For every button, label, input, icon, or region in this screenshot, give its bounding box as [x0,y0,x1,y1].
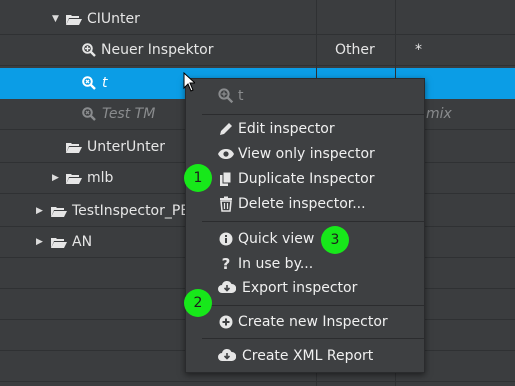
menu-item-label: View only inspector [238,146,375,162]
cloud-download-icon [218,280,237,296]
menu-separator [202,114,424,115]
copy-icon [218,171,234,187]
question-icon: ? [221,255,231,273]
menu-item-label: Create new Inspector [238,314,388,330]
inspector-icon [82,107,96,121]
chevron-right-icon[interactable]: ▶ [52,163,59,194]
menu-item-label: Duplicate Inspector [238,171,375,187]
annotation-badge-2: 2 [184,289,212,317]
chevron-right-icon[interactable]: ▶ [36,196,43,227]
folder-open-icon [66,14,82,25]
inspector-icon [218,88,234,104]
export-inspector-item[interactable]: Export inspector [186,276,424,300]
pencil-icon [218,121,234,137]
tree-row-label: t [102,75,108,91]
tree-row-label: Test TM [102,106,156,122]
plus-circle-icon [218,314,234,330]
chevron-right-icon[interactable]: ▶ [36,227,43,258]
menu-header: t [186,84,424,108]
tree-row-label: mlb [87,170,114,186]
tree-row-label: AN [72,234,93,250]
annotation-badge-1: 1 [184,164,212,192]
mouse-cursor-icon [183,71,197,96]
tree-row-label: UnterUnter [87,139,165,155]
cloud-download-icon [218,348,237,364]
inspector-icon [82,43,96,57]
delete-inspector-item[interactable]: Delete inspector... [186,192,424,216]
tree-row-label: CIUnter [87,11,140,27]
quick-view-item[interactable]: Quick view [186,227,424,251]
in-use-by-item[interactable]: ? In use by... [186,252,424,276]
annotation-badge-3: 3 [321,226,349,254]
menu-item-label: Edit inspector [238,121,335,137]
folder-open-icon [51,206,67,217]
tree-row-ciunter[interactable]: ▼ CIUnter [0,4,515,35]
menu-item-label: Delete inspector... [238,196,366,212]
edit-inspector-item[interactable]: Edit inspector [186,117,424,141]
inspector-icon [82,76,96,90]
tree-row-label: Neuer Inspektor [101,42,214,58]
value-cell: * [415,42,422,58]
type-cell: Other [335,42,375,58]
info-icon [218,231,234,247]
chevron-down-icon[interactable]: ▼ [52,4,59,35]
menu-separator [202,221,424,222]
trash-icon [218,196,234,212]
context-menu: t Edit inspector View only inspector Dup… [185,78,425,373]
menu-item-label: Create XML Report [242,348,374,364]
value-cell: mix [426,106,452,122]
tree-row-label: TestInspector_PE [72,203,190,219]
menu-item-label: Quick view [238,231,315,247]
menu-separator [202,305,424,306]
duplicate-inspector-item[interactable]: Duplicate Inspector [186,167,424,191]
view-only-inspector-item[interactable]: View only inspector [186,142,424,166]
create-new-inspector-item[interactable]: Create new Inspector [186,310,424,334]
menu-item-label: Export inspector [242,280,358,296]
tree-row-neuer-inspektor[interactable]: Neuer Inspektor Other * [0,35,515,66]
folder-open-icon [66,142,82,153]
menu-separator [202,338,424,339]
folder-open-icon [51,237,67,248]
folder-open-icon [66,173,82,184]
menu-header-label: t [238,88,244,104]
menu-item-label: In use by... [238,256,314,272]
create-xml-report-item[interactable]: Create XML Report [186,344,424,368]
eye-icon [218,146,234,162]
